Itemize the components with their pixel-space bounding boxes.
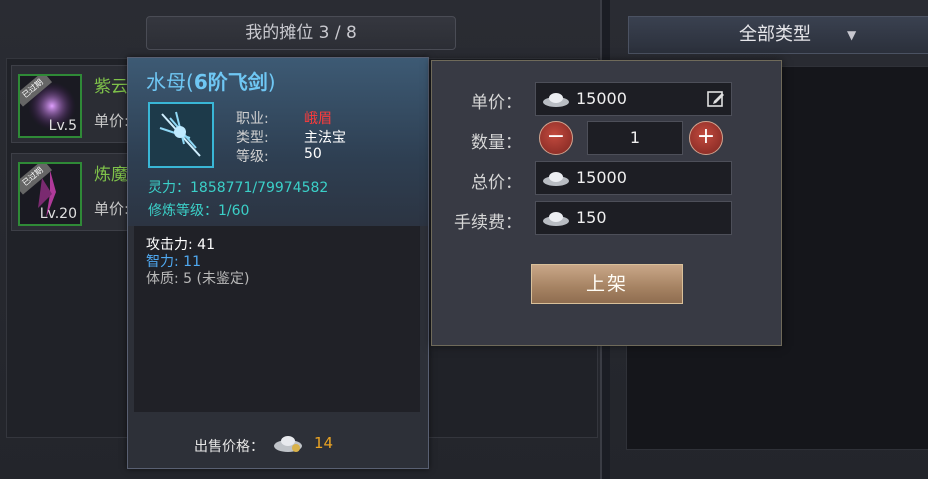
item-grade: 6阶飞剑: [193, 70, 268, 94]
item-name: 紫云: [94, 77, 128, 97]
quantity-input[interactable]: 1: [587, 121, 683, 155]
stall-tab[interactable]: 我的摊位 3 / 8: [146, 16, 456, 50]
field-key: 职业:: [236, 111, 269, 127]
decrease-quantity-button[interactable]: −: [539, 121, 573, 155]
type-filter-label: 全部类型: [739, 24, 811, 45]
silver-coin-icon: [274, 436, 302, 452]
silver-ingot-icon: [543, 93, 569, 107]
field-key: 等级:: [236, 149, 269, 165]
item-icon: 已过期 Lv.5: [18, 74, 82, 138]
attribute-list: 攻击力: 41 智力: 11 体质: 5 (未鉴定): [134, 226, 420, 412]
silver-ingot-icon: [543, 172, 569, 186]
tooltip-header: 水母(6阶飞剑) 职业: 峨眉 类型: 主法宝 等级: 50 灵力：185877…: [128, 58, 428, 226]
flying-sword-icon: [148, 102, 214, 168]
total-price-value: 15000: [576, 168, 627, 187]
attr-constitution: 体质: 5 (未鉴定): [146, 271, 250, 287]
chevron-down-icon: ▼: [847, 28, 857, 42]
item-price-label: 单价:: [94, 112, 130, 130]
field-value: 主法宝: [304, 130, 346, 146]
increase-quantity-button[interactable]: +: [689, 121, 723, 155]
fee-value: 150: [576, 208, 607, 227]
total-price-field: 15000: [535, 161, 732, 195]
stall-item[interactable]: 已过期 Lv.5 紫云 单价:: [11, 65, 133, 143]
type-filter-dropdown[interactable]: 全部类型 ▼: [628, 16, 928, 54]
list-item-button[interactable]: 上架: [531, 264, 683, 304]
field-value: 50: [304, 146, 322, 162]
item-level: Lv.20: [39, 206, 77, 222]
field-value: 峨眉: [304, 111, 332, 127]
item-name: 炼魔: [94, 165, 128, 185]
sell-price-label: 出售价格：: [194, 439, 264, 455]
item-icon: 已过期 Lv.20: [18, 162, 82, 226]
item-level: Lv.5: [48, 118, 77, 134]
edit-icon[interactable]: [706, 89, 726, 109]
spirit-stat: 灵力：1858771/79974582: [148, 180, 329, 196]
cultivation-level: 修炼等级：1/60: [148, 203, 250, 219]
total-price-label: 总价：: [471, 173, 522, 193]
quantity-label: 数量：: [471, 133, 522, 153]
item-title-name: 水母(: [146, 70, 194, 94]
item-tooltip: 水母(6阶飞剑) 职业: 峨眉 类型: 主法宝 等级: 50 灵力：185877…: [127, 57, 429, 469]
item-price-label: 单价:: [94, 200, 130, 218]
fee-label: 手续费：: [454, 213, 522, 233]
item-title: 水母(6阶飞剑): [146, 66, 276, 95]
unit-price-label: 单价：: [471, 93, 522, 113]
sell-price-value: 14: [314, 434, 334, 452]
unit-price-field[interactable]: 15000: [535, 82, 732, 116]
stall-title: 我的摊位 3 / 8: [245, 23, 357, 43]
stall-item[interactable]: 已过期 Lv.20 炼魔 单价:: [11, 153, 133, 231]
item-title-close: ): [267, 70, 276, 94]
unit-price-value: 15000: [576, 89, 627, 108]
listing-form: 单价： 15000 数量： − 1 + 总价： 15000 手续费： 150 上…: [431, 60, 782, 346]
fee-field: 150: [535, 201, 732, 235]
silver-ingot-icon: [543, 212, 569, 226]
field-key: 类型:: [236, 130, 269, 146]
